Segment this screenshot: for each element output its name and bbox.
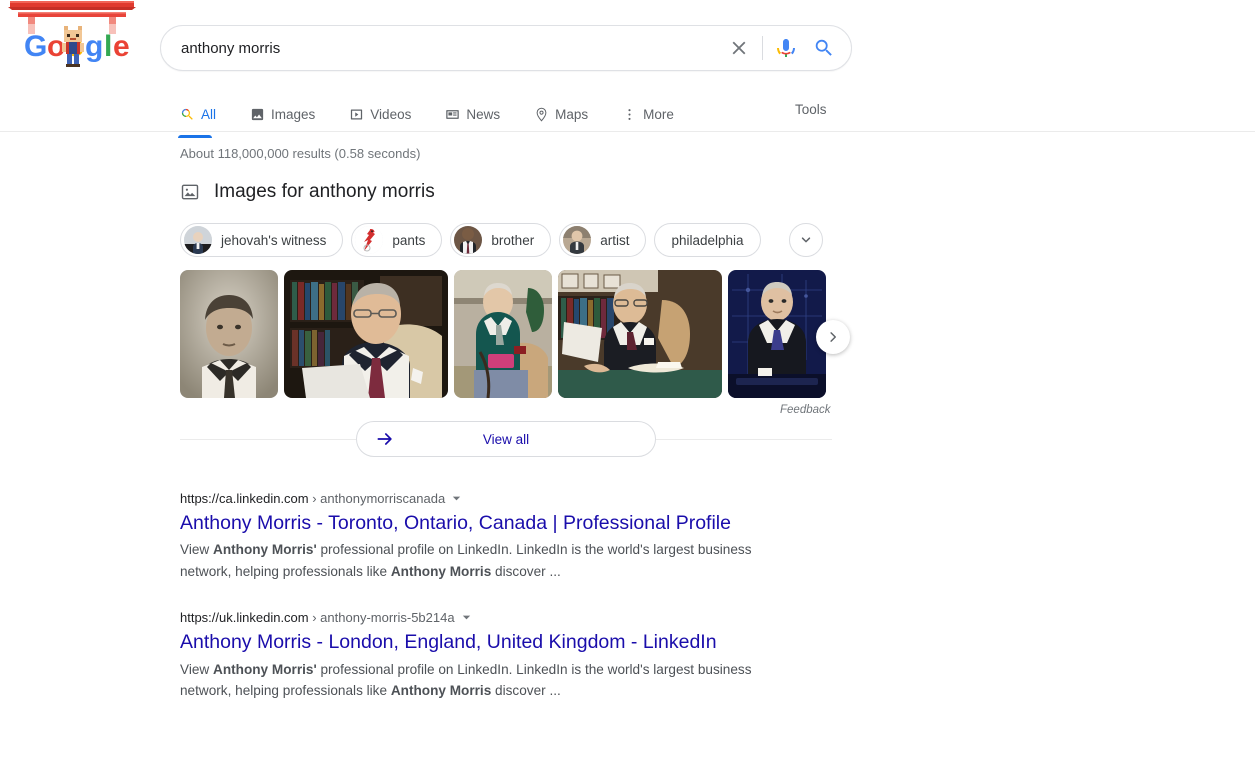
- caret-down-icon: [462, 615, 470, 620]
- more-vertical-icon: [628, 108, 631, 120]
- image-pack-title: Images for anthony morris: [214, 181, 435, 202]
- chip-avatar-image: [355, 226, 384, 254]
- tab-maps-label: Maps: [555, 106, 589, 122]
- carousel-next-button[interactable]: [816, 320, 850, 354]
- tab-videos-label: Videos: [370, 106, 412, 122]
- chip-avatar-image: [563, 226, 592, 254]
- chip-avatar-image: [184, 226, 212, 254]
- image-filter-chips: jehovah's witness pants brother artist p…: [180, 223, 823, 257]
- tab-more-label: More: [643, 106, 674, 122]
- thumbnail-elderly-man-seated[interactable]: [454, 270, 552, 398]
- google-doodle-torii-logo[interactable]: G o o g l e: [8, 0, 136, 72]
- result-menu-button[interactable]: [461, 612, 472, 623]
- caret-down-icon: [453, 496, 461, 501]
- chip-brother[interactable]: brother: [450, 223, 552, 257]
- search-result-item: https://ca.linkedin.com › anthonymorrisc…: [180, 491, 800, 582]
- chevron-right-icon: [830, 332, 836, 342]
- image-pack-header: Images for anthony morris: [180, 181, 435, 203]
- view-all-button[interactable]: View all: [356, 421, 656, 457]
- microphone-icon: [777, 39, 795, 57]
- view-all-label: View all: [482, 431, 530, 447]
- video-icon: [351, 109, 363, 119]
- image-thumbnail-carousel[interactable]: [180, 270, 832, 398]
- chip-label: artist: [600, 232, 630, 248]
- tab-news-label: News: [466, 106, 501, 122]
- news-icon: [446, 109, 460, 119]
- page-header: G o o g l e: [0, 0, 1255, 138]
- tab-more[interactable]: More: [622, 96, 690, 132]
- thumbnail-man-at-desk-with-book[interactable]: [558, 270, 722, 398]
- map-pin-icon: [536, 107, 547, 121]
- chip-label: brother: [491, 232, 535, 248]
- chip-label: pants: [392, 232, 426, 248]
- tools-button[interactable]: Tools: [795, 102, 827, 117]
- result-snippet: View Anthony Morris' professional profil…: [180, 661, 752, 699]
- result-url-row: https://ca.linkedin.com › anthonymorrisc…: [180, 491, 800, 506]
- result-title[interactable]: Anthony Morris - Toronto, Ontario, Canad…: [180, 510, 800, 536]
- tab-images-label: Images: [271, 106, 316, 122]
- tab-videos[interactable]: Videos: [349, 96, 427, 132]
- chip-avatar-image: [454, 226, 483, 254]
- svg-text:e: e: [113, 30, 130, 63]
- chip-philadelphia[interactable]: philadelphia: [654, 223, 761, 257]
- tab-maps[interactable]: Maps: [534, 96, 604, 132]
- search-input[interactable]: [161, 39, 720, 57]
- svg-text:G: G: [24, 30, 47, 63]
- result-url: https://ca.linkedin.com › anthonymorrisc…: [180, 491, 445, 506]
- close-icon: [732, 41, 746, 55]
- search-box[interactable]: [160, 25, 852, 71]
- chip-artist[interactable]: artist: [559, 223, 647, 257]
- arrow-right-icon: [357, 429, 413, 449]
- svg-text:g: g: [85, 30, 103, 63]
- search-icon: [815, 39, 832, 56]
- active-tab-underline: [178, 135, 212, 138]
- search-result-item: https://uk.linkedin.com › anthony-morris…: [180, 610, 800, 701]
- voice-search-button[interactable]: [767, 29, 805, 67]
- result-title[interactable]: Anthony Morris - London, England, United…: [180, 629, 800, 655]
- chip-pants[interactable]: pants: [351, 223, 443, 257]
- clear-search-button[interactable]: [720, 29, 758, 67]
- divider-right: [656, 438, 832, 440]
- tab-news[interactable]: News: [445, 96, 516, 132]
- search-tabs: All Images Videos News Maps More: [178, 96, 708, 138]
- view-all-row: View all: [180, 421, 832, 457]
- header-divider: [0, 131, 1255, 132]
- search-icon: [181, 108, 193, 120]
- result-domain: https://uk.linkedin.com: [180, 610, 309, 626]
- divider-left: [180, 438, 356, 440]
- chip-label: jehovah's witness: [221, 232, 327, 248]
- thumbnail-man-reading-library[interactable]: [284, 270, 448, 398]
- chip-label: philadelphia: [671, 232, 744, 248]
- feedback-link[interactable]: Feedback: [780, 404, 831, 416]
- image-icon: [181, 184, 199, 200]
- svg-text:l: l: [104, 30, 112, 63]
- google-search-page: G o o g l e: [0, 0, 1255, 757]
- expand-chips-button[interactable]: [788, 223, 823, 257]
- tab-images[interactable]: Images: [250, 96, 331, 132]
- image-icon: [251, 108, 264, 120]
- result-url-row: https://uk.linkedin.com › anthony-morris…: [180, 610, 800, 625]
- result-path: › anthonymorriscanada: [308, 491, 446, 506]
- search-submit-button[interactable]: [805, 29, 843, 67]
- tab-all-label: All: [201, 106, 217, 122]
- thumbnail-man-broadcast-podium[interactable]: [728, 270, 826, 398]
- search-results-list: https://ca.linkedin.com › anthonymorrisc…: [180, 491, 800, 730]
- google-wordmark: G o o g l e: [24, 26, 130, 67]
- result-url: https://uk.linkedin.com › anthony-morris…: [180, 610, 455, 625]
- result-snippet: View Anthony Morris' professional profil…: [180, 542, 752, 579]
- result-stats: About 118,000,000 results (0.58 seconds): [180, 146, 421, 161]
- result-path: › anthony-morris-5b214a: [308, 610, 455, 626]
- tab-all[interactable]: All: [178, 96, 232, 138]
- chip-jehovahs-witness[interactable]: jehovah's witness: [180, 223, 344, 257]
- chevron-down-icon: [801, 237, 810, 243]
- result-menu-button[interactable]: [451, 493, 462, 504]
- search-divider: [762, 36, 763, 60]
- result-domain: https://ca.linkedin.com: [180, 491, 309, 506]
- thumbnail-young-man-portrait[interactable]: [180, 270, 278, 398]
